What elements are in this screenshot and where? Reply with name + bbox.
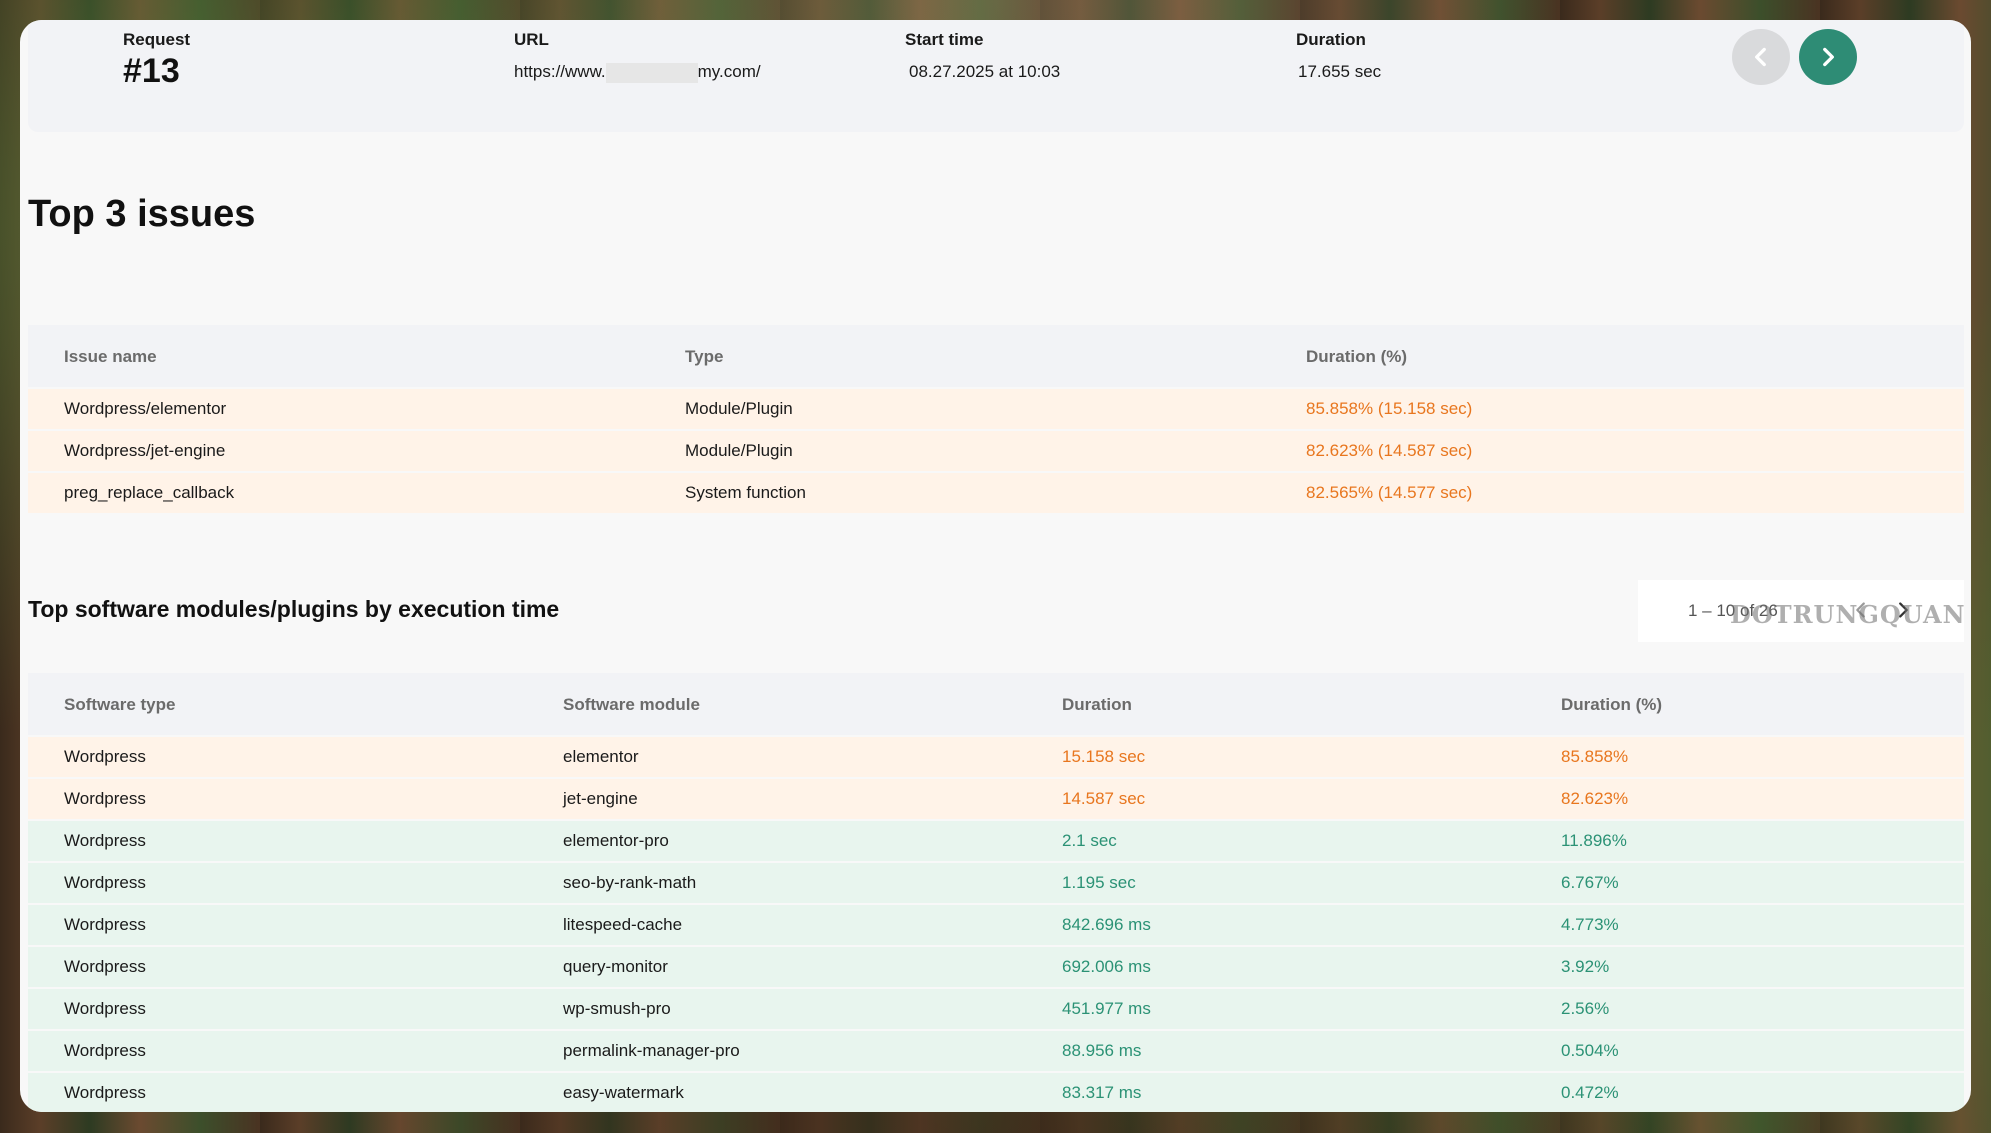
url-redaction bbox=[605, 62, 698, 83]
table-row[interactable]: Wordpress elementor 15.158 sec 85.858% bbox=[28, 737, 1964, 777]
issue-name: Wordpress/elementor bbox=[64, 399, 227, 418]
column-duration-percent: Duration (%) bbox=[1561, 695, 1663, 714]
software-type: Wordpress bbox=[64, 873, 146, 892]
software-module: elementor bbox=[563, 747, 639, 766]
module-duration: 88.956 ms bbox=[1062, 1041, 1142, 1060]
column-duration-percent: Duration (%) bbox=[1306, 347, 1408, 366]
module-duration-percent: 0.472% bbox=[1561, 1083, 1619, 1102]
chevron-left-icon bbox=[1755, 47, 1766, 67]
module-duration-percent: 11.896% bbox=[1561, 831, 1627, 850]
software-type: Wordpress bbox=[64, 957, 146, 976]
software-module: wp-smush-pro bbox=[563, 999, 671, 1018]
column-software-type: Software type bbox=[64, 695, 176, 714]
software-module: easy-watermark bbox=[563, 1083, 684, 1102]
table-row[interactable]: Wordpress/jet-engine Module/Plugin 82.62… bbox=[28, 431, 1964, 471]
url-info: URL https://www. my.com/ bbox=[514, 30, 761, 83]
table-row[interactable]: preg_replace_callback System function 82… bbox=[28, 473, 1964, 513]
url-value: https://www. my.com/ bbox=[514, 62, 761, 83]
duration-info: Duration 17.655 sec bbox=[1296, 30, 1381, 82]
module-duration-percent: 6.767% bbox=[1561, 873, 1619, 892]
software-type: Wordpress bbox=[64, 999, 146, 1018]
table-row[interactable]: Wordpress permalink-manager-pro 88.956 ms 0… bbox=[28, 1031, 1964, 1071]
software-type: Wordpress bbox=[64, 915, 146, 934]
module-duration-percent: 3.92% bbox=[1561, 957, 1610, 976]
software-module: query-monitor bbox=[563, 957, 668, 976]
url-prefix: https://www. bbox=[514, 62, 606, 81]
issue-type: Module/Plugin bbox=[685, 441, 793, 460]
module-duration-percent: 2.56% bbox=[1561, 999, 1610, 1018]
module-duration: 451.977 ms bbox=[1062, 999, 1151, 1018]
duration-label: Duration bbox=[1296, 30, 1366, 49]
table-row[interactable]: Wordpress seo-by-rank-math 1.195 sec 6.767% bbox=[28, 863, 1964, 903]
issues-table: Issue name Type Duration (%) Wordpress/e… bbox=[28, 325, 1964, 513]
url-label: URL bbox=[514, 30, 549, 49]
software-module: elementor-pro bbox=[563, 831, 669, 850]
table-row[interactable]: Wordpress query-monitor 692.006 ms 3.92% bbox=[28, 947, 1964, 987]
module-duration-percent: 82.623% bbox=[1561, 789, 1629, 808]
top-issues-title: Top 3 issues bbox=[28, 193, 256, 235]
software-module: litespeed-cache bbox=[563, 915, 683, 934]
start-time-info: Start time 08.27.2025 at 10:03 bbox=[905, 30, 1060, 82]
module-duration-percent: 4.773% bbox=[1561, 915, 1619, 934]
column-duration: Duration bbox=[1062, 695, 1132, 714]
request-label: Request bbox=[123, 30, 191, 49]
previous-request-button[interactable] bbox=[1732, 29, 1790, 85]
url-suffix: my.com/ bbox=[697, 62, 761, 81]
profiler-panel: Request #13 URL https://www. my.com/ Star… bbox=[20, 20, 1971, 1112]
software-type: Wordpress bbox=[64, 1041, 146, 1060]
module-duration: 1.195 sec bbox=[1062, 873, 1136, 892]
module-duration-percent: 0.504% bbox=[1561, 1041, 1619, 1060]
module-duration: 83.317 ms bbox=[1062, 1083, 1142, 1102]
modules-table-body: Wordpress elementor 15.158 sec 85.858% Wordp… bbox=[28, 737, 1964, 1112]
software-type: Wordpress bbox=[64, 747, 146, 766]
issue-type: System function bbox=[685, 483, 806, 502]
table-row[interactable]: Wordpress elementor-pro 2.1 sec 11.896% bbox=[28, 821, 1964, 861]
chevron-right-icon bbox=[1823, 47, 1834, 67]
request-header: Request #13 URL https://www. my.com/ Star… bbox=[28, 20, 1964, 132]
issue-duration: 82.565% (14.577 sec) bbox=[1306, 483, 1473, 502]
software-type: Wordpress bbox=[64, 789, 146, 808]
issue-duration: 85.858% (15.158 sec) bbox=[1306, 399, 1473, 418]
software-module: seo-by-rank-math bbox=[563, 873, 697, 892]
table-row[interactable]: Wordpress wp-smush-pro 451.977 ms 2.56% bbox=[28, 989, 1964, 1029]
table-row[interactable]: Wordpress/elementor Module/Plugin 85.858… bbox=[28, 389, 1964, 429]
request-number: #13 bbox=[123, 52, 180, 90]
table-row[interactable]: Wordpress jet-engine 14.587 sec 82.623% bbox=[28, 779, 1964, 819]
software-module: permalink-manager-pro bbox=[563, 1041, 740, 1060]
module-duration: 842.696 ms bbox=[1062, 915, 1151, 934]
duration-value: 17.655 sec bbox=[1298, 62, 1382, 81]
modules-table: Software type Software module Duration D… bbox=[28, 673, 1964, 1112]
module-duration-percent: 85.858% bbox=[1561, 747, 1629, 766]
software-type: Wordpress bbox=[64, 831, 146, 850]
column-issue-name: Issue name bbox=[64, 347, 157, 366]
issues-table-header: Issue name Type Duration (%) bbox=[28, 325, 1964, 387]
start-time-value: 08.27.2025 at 10:03 bbox=[909, 62, 1061, 81]
module-duration: 2.1 sec bbox=[1062, 831, 1117, 850]
module-duration: 692.006 ms bbox=[1062, 957, 1151, 976]
watermark-logo: DOTRUNGQUAN bbox=[1730, 600, 1966, 629]
column-type: Type bbox=[685, 347, 724, 366]
module-duration: 15.158 sec bbox=[1062, 747, 1146, 766]
issue-duration: 82.623% (14.587 sec) bbox=[1306, 441, 1473, 460]
table-row[interactable]: Wordpress easy-watermark 83.317 ms 0.472% bbox=[28, 1073, 1964, 1112]
start-time-label: Start time bbox=[905, 30, 984, 49]
modules-title: Top software modules/plugins by executio… bbox=[28, 596, 560, 622]
request-info: Request #13 bbox=[123, 30, 190, 91]
issue-type: Module/Plugin bbox=[685, 399, 793, 418]
software-module: jet-engine bbox=[563, 789, 638, 808]
pagination: 1 – 10 of 26 DOTRUNGQUAN bbox=[1638, 580, 1966, 642]
table-row[interactable]: Wordpress litespeed-cache 842.696 ms 4.773% bbox=[28, 905, 1964, 945]
module-duration: 14.587 sec bbox=[1062, 789, 1146, 808]
modules-table-header: Software type Software module Duration D… bbox=[28, 673, 1964, 735]
column-software-module: Software module bbox=[563, 695, 700, 714]
next-request-button[interactable] bbox=[1799, 29, 1857, 85]
software-type: Wordpress bbox=[64, 1083, 146, 1102]
issue-name: Wordpress/jet-engine bbox=[64, 441, 226, 460]
issue-name: preg_replace_callback bbox=[64, 483, 235, 502]
